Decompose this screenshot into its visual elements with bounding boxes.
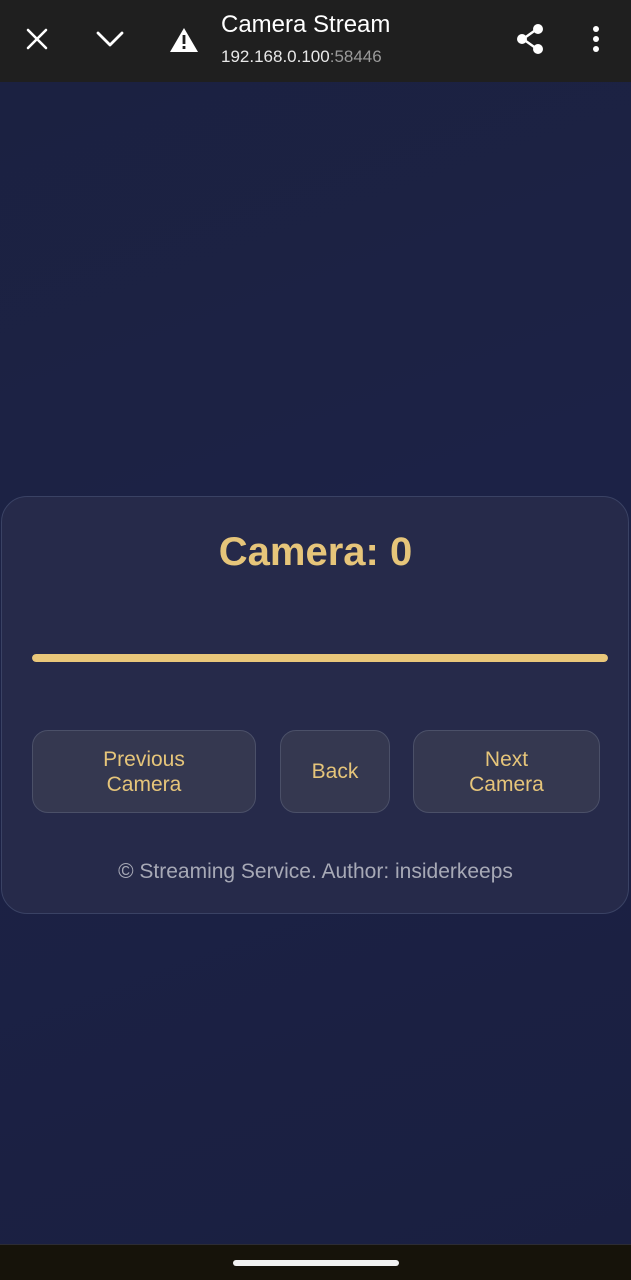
chevron-down-icon [96,31,124,47]
browser-toolbar: Camera Stream 192.168.0.100:58446 [0,0,631,82]
warning-icon[interactable] [166,22,202,58]
url-display[interactable]: 192.168.0.100:58446 [221,46,382,68]
url-host: 192.168.0.100 [221,47,330,66]
back-button[interactable]: Back [280,730,390,813]
more-menu-button[interactable] [576,19,616,59]
stream-progress-fill [32,654,608,662]
page-title: Camera Stream [221,11,391,38]
previous-camera-label: Previous Camera [103,747,185,796]
next-camera-button[interactable]: Next Camera [413,730,600,813]
next-camera-label: Next Camera [469,747,544,796]
gesture-handle[interactable] [233,1260,399,1266]
collapse-button[interactable] [90,19,130,59]
share-icon [517,24,543,54]
close-button[interactable] [17,19,57,59]
more-vert-icon [593,26,599,52]
back-label: Back [311,760,359,783]
system-nav-bar [0,1244,631,1280]
share-button[interactable] [510,19,550,59]
footer-credit: © Streaming Service. Author: insiderkeep… [118,860,513,883]
url-port: :58446 [329,47,382,66]
previous-camera-button[interactable]: Previous Camera [32,730,256,813]
stream-progress-bar [32,654,608,662]
close-icon [26,28,48,50]
camera-label: Camera: 0 [218,530,413,574]
